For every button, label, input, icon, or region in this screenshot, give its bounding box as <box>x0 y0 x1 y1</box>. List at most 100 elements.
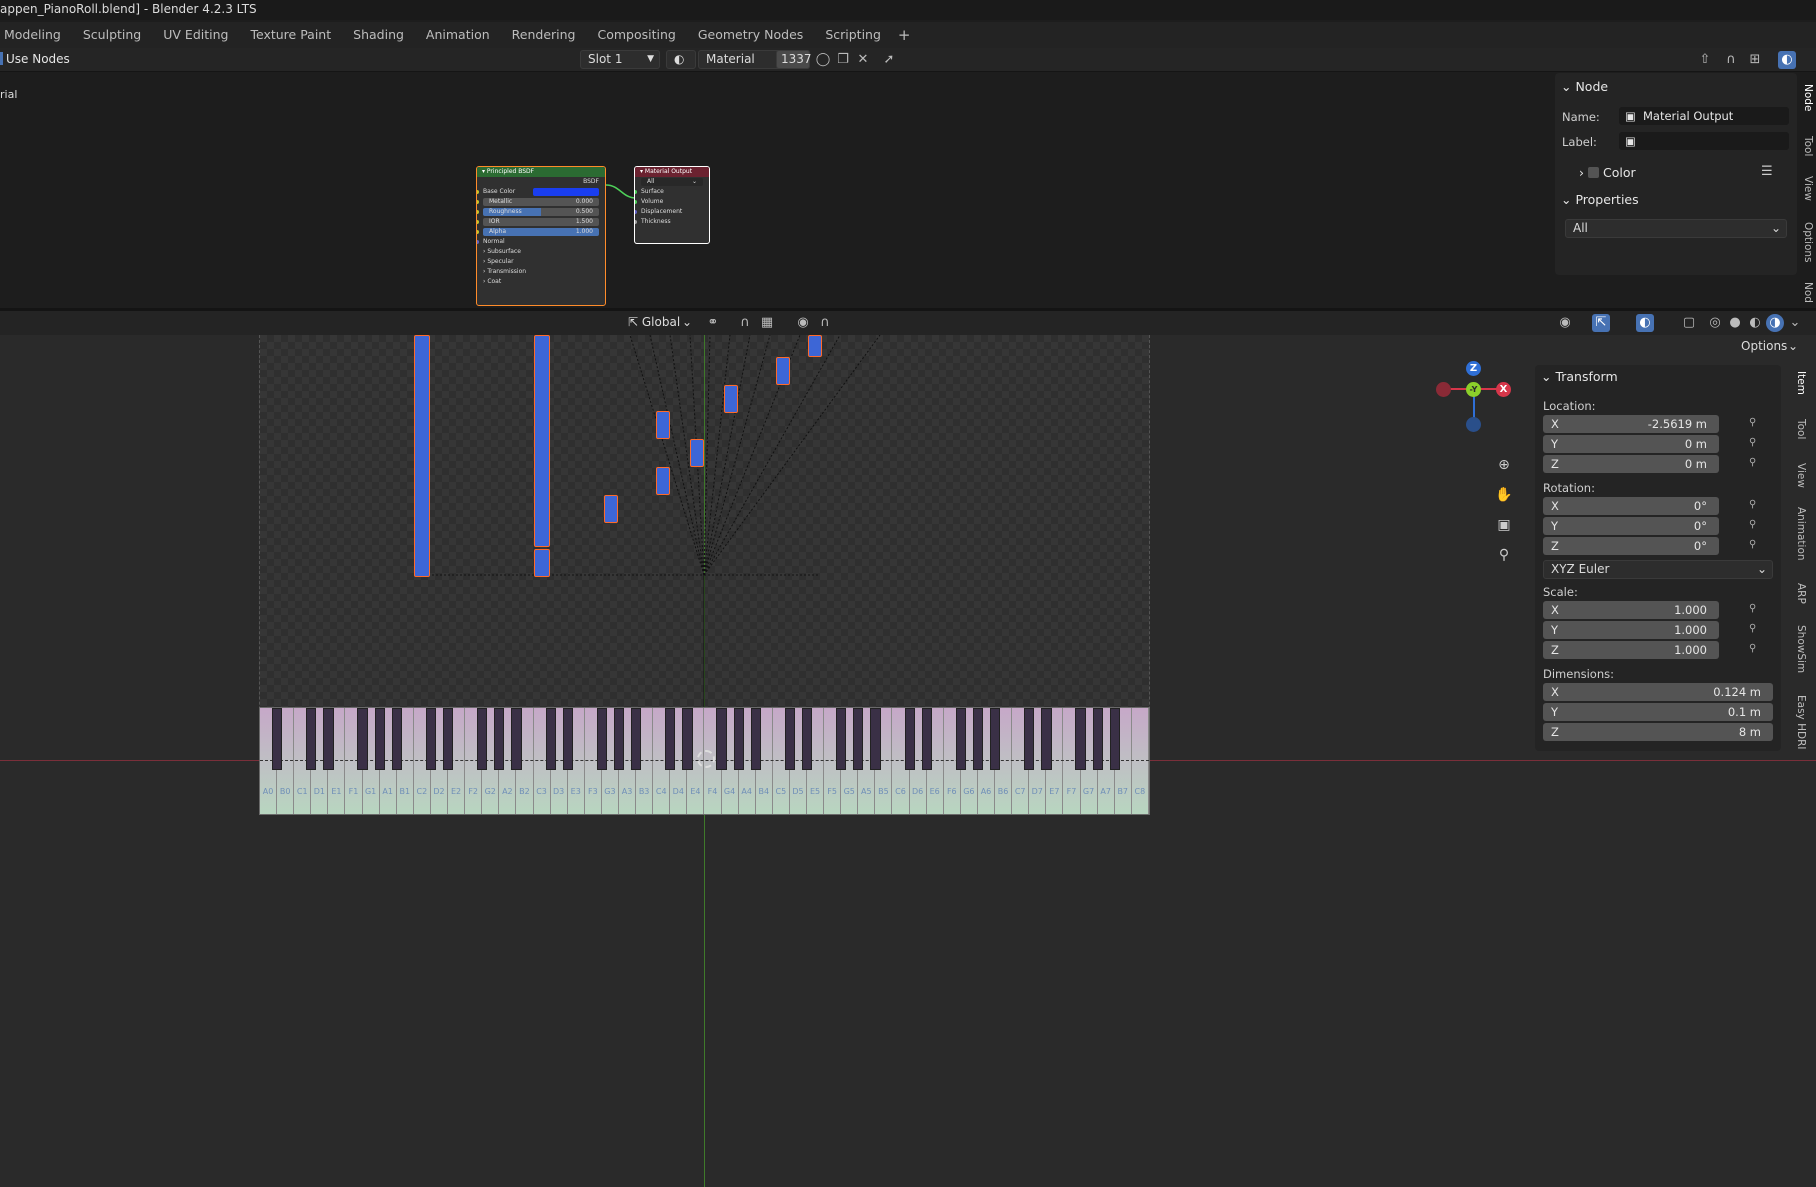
side-tab-nod[interactable]: Nod <box>1802 282 1814 303</box>
gizmo-toggle-icon[interactable]: ⇱ <box>1592 314 1610 332</box>
thickness-row[interactable]: Thickness <box>635 217 709 227</box>
tab-scripting[interactable]: Scripting <box>814 22 892 48</box>
use-nodes-checkbox[interactable] <box>0 52 3 65</box>
black-key[interactable] <box>853 708 864 770</box>
note-block[interactable] <box>656 411 670 439</box>
options-dropdown[interactable]: Options ⌄ <box>1733 337 1803 356</box>
shading-material-icon[interactable]: ◐ <box>1746 314 1764 332</box>
black-key[interactable] <box>801 708 813 770</box>
scale-z-field[interactable]: Z 1.000 <box>1543 641 1719 659</box>
black-key[interactable] <box>511 708 522 770</box>
side-tab-tool[interactable]: Tool <box>1802 136 1814 156</box>
snap-settings-icon[interactable]: ⊞ <box>1746 51 1764 69</box>
black-key[interactable] <box>665 708 676 770</box>
side-tab-view[interactable]: View <box>1795 463 1807 488</box>
black-key[interactable] <box>990 708 1001 770</box>
pivot-point-icon[interactable]: ⚭ <box>704 314 722 332</box>
add-workspace-button[interactable]: + <box>892 26 917 44</box>
falloff-curve-icon[interactable]: ∩ <box>816 314 834 332</box>
black-key[interactable] <box>425 708 437 770</box>
black-key[interactable] <box>904 708 915 770</box>
node-name-field[interactable]: ▣ Material Output <box>1619 107 1789 125</box>
scale-y-field[interactable]: Y 1.000 <box>1543 621 1719 639</box>
note-block[interactable] <box>604 495 618 523</box>
black-key[interactable] <box>271 708 283 770</box>
black-key[interactable] <box>716 708 727 770</box>
tab-geometry-nodes[interactable]: Geometry Nodes <box>687 22 814 48</box>
location-x-field[interactable]: X -2.5619 m <box>1543 415 1719 433</box>
note-block[interactable] <box>656 467 670 495</box>
location-z-field[interactable]: Z 0 m <box>1543 455 1719 473</box>
gizmo-neg-z-ball[interactable] <box>1466 417 1481 432</box>
black-key[interactable] <box>630 708 642 770</box>
black-key[interactable] <box>306 708 317 770</box>
output-target-row[interactable]: All ⌄ <box>635 177 709 187</box>
black-key[interactable] <box>357 708 368 770</box>
black-key[interactable] <box>836 708 847 770</box>
unlink-material-close-icon[interactable]: ✕ <box>854 51 872 69</box>
side-tab-easy-hdri[interactable]: Easy HDRI <box>1795 695 1807 749</box>
output-target-dropdown[interactable]: All ⌄ <box>641 178 703 186</box>
duplicate-material-icon[interactable]: ❐ <box>834 51 852 69</box>
visibility-eye-icon[interactable]: ◉ <box>1556 314 1574 332</box>
black-key[interactable] <box>613 708 625 770</box>
tab-modeling[interactable]: Modeling <box>0 22 72 48</box>
scale-x-field[interactable]: X 1.000 <box>1543 601 1719 619</box>
black-key[interactable] <box>955 708 967 770</box>
black-key[interactable] <box>1041 708 1052 770</box>
user-count-badge[interactable]: 1337 <box>776 50 812 69</box>
side-tab-showsim[interactable]: ShowSim <box>1795 625 1807 673</box>
camera-view-icon[interactable]: ▣ <box>1494 515 1514 535</box>
rotation-x-field[interactable]: X 0° <box>1543 497 1719 515</box>
rotation-mode-dropdown[interactable]: XYZ Euler ⌄ <box>1543 560 1773 579</box>
black-key[interactable] <box>972 708 984 770</box>
black-key[interactable] <box>750 708 761 770</box>
fake-user-shield-icon[interactable]: ◯ <box>814 51 832 69</box>
location-y-field[interactable]: Y 0 m <box>1543 435 1719 453</box>
overlays-icon[interactable]: ◐ <box>1636 314 1654 332</box>
rotation-z-field[interactable]: Z 0° <box>1543 537 1719 555</box>
shading-wireframe-icon[interactable]: ◎ <box>1706 314 1724 332</box>
tab-shading[interactable]: Shading <box>342 22 415 48</box>
use-nodes-toggle[interactable]: Use Nodes <box>0 52 70 66</box>
volume-row[interactable]: Volume <box>635 197 709 207</box>
lock-icon[interactable]: ⚲ <box>1749 499 1763 513</box>
lock-icon[interactable]: ⚲ <box>1749 417 1763 431</box>
lock-icon[interactable]: ⚲ <box>1749 437 1763 451</box>
lock-icon[interactable]: ⚲ <box>1749 539 1763 553</box>
note-block[interactable] <box>414 335 430 577</box>
zoom-icon[interactable]: ⊕ <box>1494 455 1514 475</box>
socket-icon[interactable] <box>635 200 637 204</box>
material-browse-button[interactable]: ◐ <box>666 50 696 69</box>
snap-magnet-icon[interactable]: ∩ <box>736 314 754 332</box>
tab-compositing[interactable]: Compositing <box>587 22 687 48</box>
black-key[interactable] <box>323 708 334 770</box>
side-tab-tool[interactable]: Tool <box>1795 419 1807 439</box>
side-tab-item[interactable]: Item <box>1795 371 1807 395</box>
black-key[interactable] <box>545 708 556 770</box>
note-block[interactable] <box>690 439 704 467</box>
proportional-edit-icon[interactable]: ◉ <box>794 314 812 332</box>
socket-icon[interactable] <box>635 210 637 214</box>
black-key[interactable] <box>870 708 881 770</box>
gizmo-neg-x-ball[interactable] <box>1436 382 1451 397</box>
piano-keyboard[interactable]: A0 B0 C1 D1 E1 F1 G1 A1 B1 C2 D2 E2 F2 G2 A2 B2 C3 D3 E3 F3… <box>259 707 1150 815</box>
side-tab-options[interactable]: Options <box>1802 222 1814 263</box>
black-key[interactable] <box>1075 708 1086 770</box>
side-tab-view[interactable]: View <box>1802 176 1814 201</box>
tab-rendering[interactable]: Rendering <box>501 22 587 48</box>
lock-icon[interactable]: ⚲ <box>1749 643 1763 657</box>
black-key[interactable] <box>442 708 454 770</box>
lock-view-icon[interactable]: ⚲ <box>1494 545 1514 565</box>
pan-hand-icon[interactable]: ✋ <box>1494 485 1514 505</box>
navigation-gizmo[interactable]: Z X -Y <box>1436 361 1512 445</box>
rotation-y-field[interactable]: Y 0° <box>1543 517 1719 535</box>
color-checkbox[interactable] <box>1587 167 1599 178</box>
lock-icon[interactable]: ⚲ <box>1749 457 1763 471</box>
black-key[interactable] <box>784 708 796 770</box>
black-key[interactable] <box>921 708 932 770</box>
gizmo-y-axis-ball[interactable]: -Y <box>1466 382 1481 397</box>
shading-rendered-icon[interactable]: ◑ <box>1766 314 1784 332</box>
material-output-node[interactable]: ▾ Material Output All ⌄ Surface Volume Di… <box>634 166 710 244</box>
transform-section-header[interactable]: ⌄ Transform <box>1541 369 1618 384</box>
